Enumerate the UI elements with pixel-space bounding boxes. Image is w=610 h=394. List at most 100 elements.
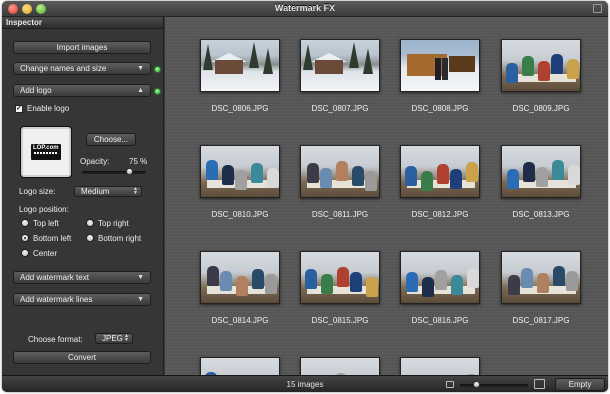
scene-cabin-window: [449, 56, 475, 72]
scene-person: [206, 160, 218, 180]
format-popup[interactable]: JPEG ▲ ▼: [95, 333, 133, 344]
opacity-slider-knob[interactable]: [126, 168, 133, 175]
scene-tree: [263, 48, 273, 74]
scene-person: [522, 56, 534, 76]
add-logo-button[interactable]: Add logo ▲: [13, 84, 151, 97]
opacity-value: 75 %: [129, 157, 148, 166]
scene-person: [507, 169, 519, 189]
scene-person: [307, 163, 319, 183]
image-filename: DSC_0806.JPG: [211, 104, 269, 113]
status-led: [155, 89, 160, 94]
add-watermark-text-button[interactable]: Add watermark text ▼: [13, 271, 151, 284]
add-watermark-lines-button[interactable]: Add watermark lines ▼: [13, 293, 151, 306]
updown-arrows-icon: ▲ ▼: [124, 333, 129, 343]
image-thumbnail[interactable]: [400, 145, 480, 198]
scene-person: [366, 277, 378, 297]
scene-person: [305, 269, 317, 289]
scene-tree: [349, 42, 359, 68]
scene-person: [553, 266, 565, 286]
scene-cabin-wall: [407, 54, 447, 76]
scene-person: [207, 266, 219, 286]
image-filename: DSC_0813.JPG: [512, 210, 570, 219]
chevron-down-icon: ▼: [137, 274, 144, 281]
scene-person: [536, 167, 548, 187]
scene-person: [521, 268, 533, 288]
image-thumbnail[interactable]: [400, 39, 480, 92]
image-filename: DSC_0811.JPG: [311, 210, 369, 219]
image-thumbnail[interactable]: [501, 145, 581, 198]
scene-person: [265, 274, 277, 294]
scene-person: [537, 273, 549, 293]
scene-house: [315, 60, 343, 74]
image-thumbnail[interactable]: [200, 145, 280, 198]
image-thumbnail[interactable]: [200, 357, 280, 375]
image-filename: DSC_0817.JPG: [512, 316, 570, 325]
image-thumbnail[interactable]: [501, 251, 581, 304]
opacity-slider-track[interactable]: [82, 171, 146, 174]
scene-person: [442, 58, 448, 80]
convert-button[interactable]: Convert: [13, 351, 151, 364]
empty-button[interactable]: Empty: [555, 378, 605, 391]
scene-person: [337, 267, 349, 287]
image-thumbnail[interactable]: [300, 145, 380, 198]
image-thumbnail[interactable]: [200, 251, 280, 304]
image-thumbnail[interactable]: [300, 39, 380, 92]
scene-tree: [303, 44, 313, 70]
image-filename: DSC_0807.JPG: [311, 104, 369, 113]
logo-image-well[interactable]: LOP.com: [20, 126, 72, 178]
title-bar: Watermark FX: [2, 1, 608, 17]
scene-person: [451, 275, 463, 295]
change-names-and-size-button[interactable]: Change names and size ▼: [13, 62, 151, 75]
image-thumbnail[interactable]: [501, 39, 581, 92]
radio-center-label: Center: [33, 249, 58, 258]
zoom-out-icon[interactable]: [446, 381, 454, 388]
scene-person: [236, 276, 248, 296]
image-thumbnail[interactable]: [400, 357, 480, 375]
image-filename: DSC_0808.JPG: [411, 104, 469, 113]
scene-person: [251, 163, 263, 183]
opacity-label: Opacity:: [80, 157, 110, 166]
scene-person: [467, 268, 479, 288]
logo-size-label: Logo size:: [19, 187, 56, 196]
scene-person: [450, 169, 462, 189]
logo-size-popup[interactable]: Medium ▲ ▼: [74, 186, 142, 197]
scene-person: [551, 54, 563, 74]
scene-person: [235, 170, 247, 190]
image-grid: DSC_0806.JPG DSC_0807.JPG DSC_0808.JPG DSC_…: [165, 17, 608, 375]
image-thumbnail[interactable]: [300, 357, 380, 375]
image-filename: DSC_0814.JPG: [211, 316, 269, 325]
add-watermark-lines-label: Add watermark lines: [20, 295, 93, 304]
image-thumbnail[interactable]: [300, 251, 380, 304]
scene-tree: [203, 44, 213, 70]
add-watermark-text-label: Add watermark text: [20, 273, 89, 282]
scene-person: [422, 277, 434, 297]
status-led: [155, 67, 160, 72]
scene-person: [435, 58, 441, 80]
logo-barcode: [34, 152, 58, 154]
chevron-down-icon: ▼: [137, 296, 144, 303]
scene-person: [421, 171, 433, 191]
image-thumbnail[interactable]: [200, 39, 280, 92]
scene-person: [566, 271, 578, 291]
import-images-button[interactable]: Import images: [13, 41, 151, 54]
choose-label: Choose...: [93, 135, 129, 144]
radio-bottom-right[interactable]: [86, 234, 94, 242]
radio-center[interactable]: [21, 249, 29, 257]
image-filename: DSC_0809.JPG: [512, 104, 570, 113]
choose-logo-button[interactable]: Choose...: [86, 133, 136, 146]
radio-top-left[interactable]: [21, 219, 29, 227]
image-thumbnail[interactable]: [400, 251, 480, 304]
scene-person: [506, 63, 518, 83]
zoom-slider-track[interactable]: [460, 384, 528, 387]
zoom-slider-knob[interactable]: [473, 381, 480, 388]
enable-logo-checkbox[interactable]: ✓: [15, 105, 23, 113]
radio-top-right[interactable]: [86, 219, 94, 227]
scene-person: [466, 162, 478, 182]
zoom-in-icon[interactable]: [534, 379, 545, 389]
fullscreen-icon[interactable]: [593, 4, 602, 13]
scene-person: [336, 161, 348, 181]
scene-person: [406, 272, 418, 292]
bottom-bar: 15 images Empty: [2, 375, 608, 392]
radio-bottom-left[interactable]: [21, 234, 29, 242]
window-title: Watermark FX: [274, 3, 336, 13]
